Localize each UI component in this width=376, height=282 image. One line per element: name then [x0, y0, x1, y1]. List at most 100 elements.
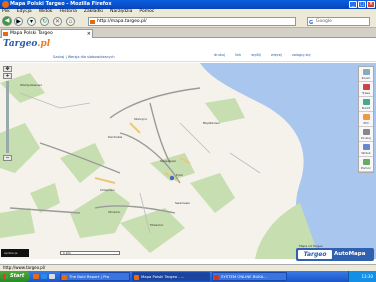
pin-icon	[363, 99, 370, 105]
system-tray: 13:30	[348, 271, 376, 282]
title-bar: Mapa Polski Targeo - Mozilla Firefox _ □…	[0, 0, 376, 9]
task-label-3: SYSTEM ONLINE BUKA...	[221, 274, 267, 279]
zoom-control: ✥ + −	[3, 66, 12, 162]
tab-label: Mapa Polski Targeo	[10, 31, 53, 36]
firefox-quicklaunch-icon[interactable]	[33, 274, 39, 279]
link-link[interactable]: link	[235, 53, 241, 57]
map-label-swarzewo: Swarzewo	[175, 201, 191, 205]
home-button[interactable]: ⌂	[66, 17, 75, 26]
firefox-icon	[62, 275, 67, 280]
map-scale-bar: 1 km	[60, 251, 120, 255]
map-label-puck: Puck	[176, 173, 184, 177]
tool-view-label: Widok	[361, 151, 371, 155]
status-bar: http://www.targeo.pl/	[0, 264, 376, 271]
maximize-button[interactable]: □	[358, 1, 366, 8]
map-label-wladyslawowo: Władysławowo	[20, 83, 43, 87]
google-icon: G	[309, 20, 314, 26]
reload-button[interactable]: ↻	[40, 17, 49, 26]
app-icon	[214, 275, 219, 280]
tool-print-label: Drukuj	[361, 136, 371, 140]
header-sublinks[interactable]: Szukaj | Wersja dla slabowidzacych	[53, 55, 115, 59]
tool-print[interactable]: Drukuj	[359, 127, 373, 142]
stop-button[interactable]: ✕	[53, 17, 62, 26]
header-links: drukuj link wyślij więcej zaloguj się	[214, 53, 311, 57]
zoom-in-button[interactable]: +	[3, 73, 12, 79]
overlay-app-box[interactable]: Aplikacja	[1, 249, 29, 257]
task-system-online[interactable]: SYSTEM ONLINE BUKA...	[212, 272, 287, 281]
tab-mapa-polski[interactable]: Mapa Polski Targeo ×	[1, 29, 93, 38]
link-print[interactable]: drukuj	[214, 53, 225, 57]
automapa-brand: AutoMapa	[334, 251, 366, 257]
minimize-button[interactable]: _	[349, 1, 357, 8]
search-placeholder: Google	[316, 19, 332, 24]
tool-route[interactable]: Trasa	[359, 82, 373, 97]
tool-view[interactable]: Widok	[359, 142, 373, 157]
ie-quicklaunch-icon[interactable]	[41, 274, 47, 279]
tool-point-label: Punkt	[361, 106, 371, 110]
window-controls: _ □ ×	[349, 1, 375, 8]
tool-help[interactable]: Pomoc	[359, 157, 373, 172]
magnifier-icon	[363, 69, 370, 75]
close-button[interactable]: ×	[367, 1, 375, 8]
printer-icon	[363, 129, 370, 135]
automapa-banner[interactable]: Mapa od Targeo Targeo AutoMapa	[296, 244, 374, 261]
link-login[interactable]: zaloguj się	[292, 53, 311, 57]
windows-logo-icon	[3, 274, 8, 279]
tool-zoom-label: Zoom	[361, 76, 371, 80]
link-more[interactable]: więcej	[271, 53, 282, 57]
url-bar[interactable]: http://mapa.targeo.pl/	[88, 17, 296, 26]
browser-window: Mapa Polski Targeo - Mozilla Firefox _ □…	[0, 0, 376, 282]
tool-route-label: Trasa	[362, 91, 370, 95]
task-label-1: The Bold Report | Pro	[69, 274, 110, 279]
map-label-darzlubie: Darżlubie	[108, 135, 123, 139]
start-label: Start	[10, 273, 25, 279]
forward-button[interactable]: ▶	[14, 17, 23, 26]
task-bold-report[interactable]: The Bold Report | Pro	[60, 272, 130, 281]
tool-poi[interactable]: POI	[359, 112, 373, 127]
firefox-icon	[134, 275, 139, 280]
search-input[interactable]: G Google	[307, 17, 370, 26]
map-graphic	[0, 63, 376, 259]
back-button[interactable]: ◀	[2, 16, 12, 26]
zoom-out-button[interactable]: −	[3, 155, 12, 161]
map-label-strzelno: Strzelno	[108, 210, 121, 214]
page-content: Targeo.pl Szukaj | Wersja dla slabowidza…	[0, 38, 376, 264]
task-label-2: Mapa Polski Targeo - ...	[141, 274, 185, 279]
pan-button[interactable]: ✥	[3, 66, 12, 72]
tab-favicon-icon	[3, 32, 8, 36]
site-header: Targeo.pl Szukaj | Wersja dla slabowidza…	[0, 38, 376, 62]
desktop-quicklaunch-icon[interactable]	[49, 274, 55, 279]
zoom-slider[interactable]	[6, 81, 9, 153]
logo-suffix: .pl	[37, 39, 51, 49]
clock[interactable]: 13:30	[361, 274, 373, 279]
start-button[interactable]: Start	[0, 271, 30, 282]
route-icon	[363, 84, 370, 90]
firefox-icon	[2, 1, 9, 8]
automapa-tagline: Mapa od Targeo	[299, 244, 323, 248]
navigation-toolbar: ◀ ▶ ▾ ↻ ✕ ⌂ http://mapa.targeo.pl/ G Goo…	[0, 15, 376, 28]
map-label-slawutowo: Sławutowo	[160, 159, 177, 163]
window-title: Mapa Polski Targeo - Mozilla Firefox	[10, 1, 112, 7]
map-label-chlapowo: Chłapowo	[100, 188, 115, 192]
tool-help-label: Pomoc	[361, 166, 371, 170]
automapa-targeo-logo: Targeo	[298, 250, 332, 259]
map-tools-panel: Zoom Trasa Punkt POI Drukuj Widok Pomoc	[358, 66, 374, 173]
dropdown-history-button[interactable]: ▾	[27, 17, 36, 26]
targeo-logo[interactable]: Targeo.pl	[3, 39, 50, 49]
link-send[interactable]: wyślij	[251, 53, 261, 57]
layers-icon	[363, 144, 370, 150]
tool-point[interactable]: Punkt	[359, 97, 373, 112]
url-text: http://mapa.targeo.pl/	[97, 19, 147, 24]
task-mapa-polski[interactable]: Mapa Polski Targeo - ...	[132, 272, 210, 281]
tool-poi-label: POI	[363, 121, 369, 125]
map-label-starzyno: Starzyno	[134, 117, 148, 121]
logo-main: Targeo	[3, 39, 38, 49]
tab-close-icon[interactable]: ×	[87, 30, 91, 38]
help-icon	[363, 159, 370, 165]
site-favicon-icon	[90, 20, 95, 24]
tool-zoom[interactable]: Zoom	[359, 67, 373, 82]
scale-text: 1 km	[63, 251, 71, 255]
tab-bar: Mapa Polski Targeo ×	[0, 28, 376, 38]
map-canvas[interactable]: Starzyno Darżlubie Błądzikowo Sławutowo …	[0, 63, 376, 259]
map-label-mrzezino: Mrzezino	[150, 223, 164, 227]
